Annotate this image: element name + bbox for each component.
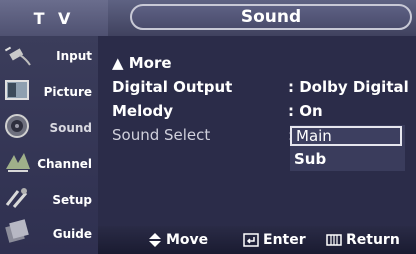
- input-plug-icon: [4, 46, 31, 66]
- sidebar-item-label: Picture: [43, 85, 92, 99]
- sidebar-item-label: Guide: [52, 227, 92, 241]
- menu-row-label: Digital Output: [112, 78, 233, 96]
- tv-label: T V: [0, 0, 108, 36]
- dropdown-option-main[interactable]: Main: [290, 126, 402, 146]
- menu-row-value: : On: [288, 102, 323, 120]
- sidebar-item-channel[interactable]: Channel: [0, 146, 98, 179]
- menu-row-label: Melody: [112, 102, 174, 120]
- sidebar-item-label: Channel: [37, 157, 92, 171]
- return-icon: [326, 234, 342, 246]
- guide-icon: [5, 219, 29, 243]
- sidebar: Input Picture Sound Channel Setup Guide: [0, 36, 98, 254]
- sidebar-item-label: Setup: [52, 193, 92, 207]
- enter-hint: Enter: [243, 232, 306, 248]
- up-down-arrow-icon: [149, 233, 161, 247]
- move-hint: Move: [148, 232, 208, 248]
- menu-row-label: Sound Select: [112, 126, 211, 144]
- enter-icon: [243, 233, 259, 247]
- menu-row-value: : Dolby Digital: [288, 78, 409, 96]
- sidebar-item-label: Input: [56, 49, 92, 63]
- top-bar: T V Sound: [0, 0, 416, 36]
- return-hint: Return: [326, 232, 400, 248]
- dropdown-option-sub[interactable]: Sub: [290, 149, 402, 169]
- menu-row-melody[interactable]: Melody : On: [112, 102, 323, 122]
- return-label: Return: [346, 232, 400, 248]
- sidebar-item-input[interactable]: Input: [0, 38, 98, 71]
- sound-select-dropdown[interactable]: Main Sub: [290, 125, 405, 171]
- sidebar-item-setup[interactable]: Setup: [0, 182, 98, 215]
- setup-icon: [5, 188, 28, 208]
- channel-icon: [6, 153, 30, 172]
- sidebar-item-sound[interactable]: Sound: [0, 110, 98, 143]
- sidebar-item-label: Sound: [49, 121, 92, 135]
- menu-title: Sound: [130, 4, 412, 30]
- footer-bar: Move Enter Return: [98, 226, 416, 254]
- enter-label: Enter: [263, 232, 306, 248]
- tv-osd-screen: T V Sound Input Picture Sound Channel Se…: [0, 0, 416, 254]
- speaker-icon: [5, 114, 29, 138]
- sidebar-item-picture[interactable]: Picture: [0, 74, 98, 107]
- sidebar-item-guide[interactable]: Guide: [0, 216, 98, 249]
- menu-row-digital-output[interactable]: Digital Output : Dolby Digital: [112, 78, 409, 98]
- more-item[interactable]: ▲ More: [112, 54, 172, 74]
- picture-icon: [5, 80, 29, 100]
- move-label: Move: [166, 232, 209, 248]
- menu-row-sound-select[interactable]: Sound Select :: [112, 126, 293, 146]
